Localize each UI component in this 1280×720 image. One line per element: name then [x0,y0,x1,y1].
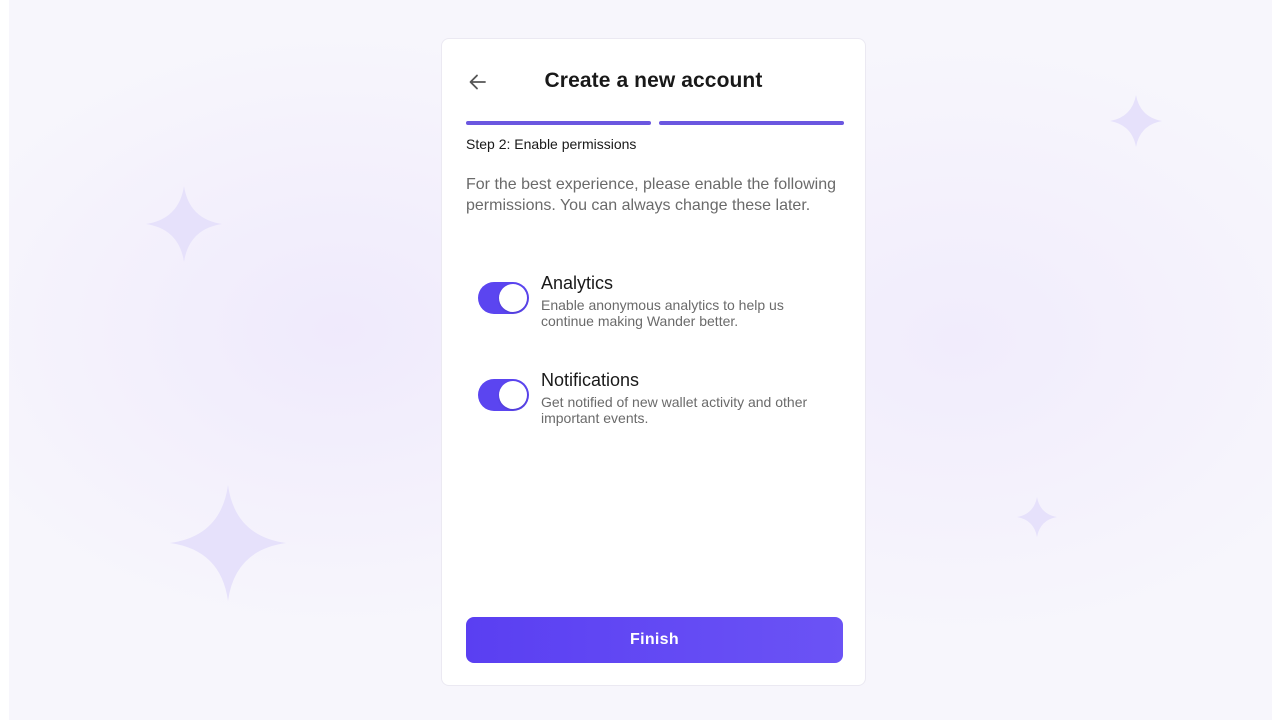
step-progress-bar [466,121,844,125]
intro-text: For the best experience, please enable t… [466,176,837,214]
permission-description: Get notified of new wallet activity and … [541,394,808,426]
sparkle-icon [146,186,222,262]
permission-text: Analytics Enable anonymous analytics to … [541,272,836,329]
page-title: Create a new account [544,69,763,92]
sparkle-icon [1110,95,1162,147]
permission-notifications: Notifications Get notified of new wallet… [478,369,838,426]
permission-text: Notifications Get notified of new wallet… [541,369,836,426]
finish-button[interactable]: Finish [466,617,843,663]
progress-segment-1 [466,121,651,125]
toggle-knob [499,284,527,312]
sparkle-icon [1017,497,1057,537]
permission-description: Enable anonymous analytics to help us co… [541,297,784,329]
step-label: Step 2: Enable permissions [466,136,637,152]
sparkle-icon [170,485,286,601]
toggle-knob [499,381,527,409]
permission-title: Notifications [541,370,640,390]
progress-segment-2 [659,121,844,125]
analytics-toggle[interactable] [478,282,529,314]
permission-analytics: Analytics Enable anonymous analytics to … [478,272,838,329]
permission-title: Analytics [541,273,614,293]
notifications-toggle[interactable] [478,379,529,411]
onboarding-card: Create a new account Step 2: Enable perm… [441,38,866,686]
